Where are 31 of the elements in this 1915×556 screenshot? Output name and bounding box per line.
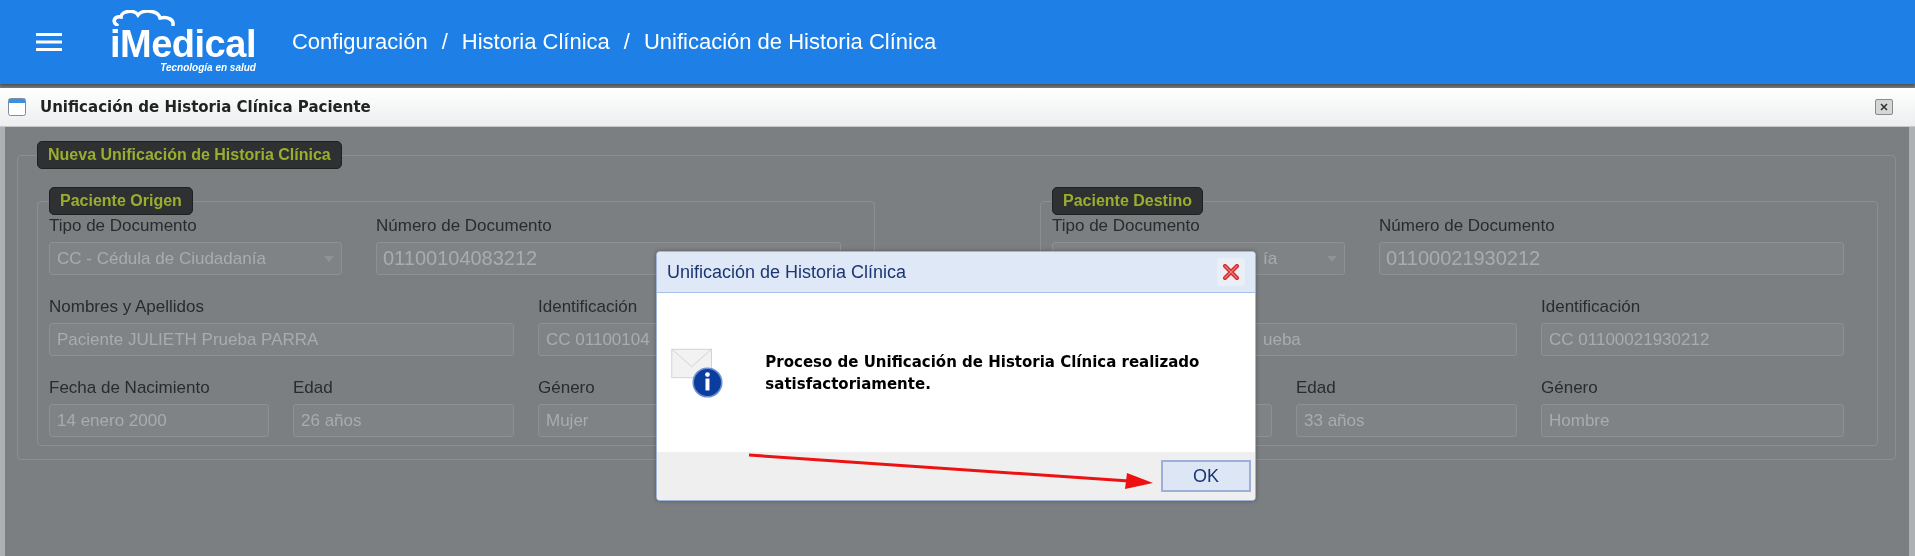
close-button[interactable] bbox=[1875, 99, 1893, 115]
field-label: Tipo de Documento bbox=[1052, 215, 1200, 237]
field-label: Género bbox=[538, 377, 595, 399]
breadcrumb-link[interactable]: Historia Clínica bbox=[461, 29, 610, 55]
section-legend: Paciente Origen bbox=[49, 187, 193, 215]
field-label: Tipo de Documento bbox=[49, 215, 197, 237]
ok-button[interactable]: OK bbox=[1161, 460, 1251, 492]
window-icon bbox=[8, 98, 26, 116]
close-button[interactable] bbox=[1217, 258, 1245, 286]
menu-icon[interactable] bbox=[36, 32, 62, 52]
cloud-icon bbox=[112, 10, 178, 26]
field-label: Edad bbox=[1296, 377, 1336, 399]
breadcrumb-link[interactable]: Unificación de Historia Clínica bbox=[643, 29, 937, 55]
logo-tagline: Tecnología en salud bbox=[160, 62, 256, 74]
panel-title: Unificación de Historia Clínica Paciente bbox=[40, 98, 371, 116]
field-label: Número de Documento bbox=[376, 215, 552, 237]
field-label: Identificación bbox=[538, 296, 638, 318]
field-label: Género bbox=[1541, 377, 1598, 399]
field-label: Número de Documento bbox=[1379, 215, 1555, 237]
group-legend: Nueva Unificación de Historia Clínica bbox=[37, 141, 342, 169]
breadcrumb-link[interactable]: Configuración bbox=[291, 29, 428, 55]
logo-name: iMedical bbox=[110, 26, 256, 62]
close-icon bbox=[1223, 264, 1239, 280]
section-legend: Paciente Destino bbox=[1052, 187, 1203, 215]
field-label: Identificación bbox=[1541, 296, 1641, 318]
breadcrumb-separator: / bbox=[441, 29, 448, 55]
field-label: Fecha de Nacimiento bbox=[49, 377, 210, 399]
field-label: Nombres y Apellidos bbox=[49, 296, 204, 318]
close-icon bbox=[1880, 103, 1888, 111]
field-label: Edad bbox=[293, 377, 333, 399]
breadcrumb-separator: / bbox=[623, 29, 630, 55]
